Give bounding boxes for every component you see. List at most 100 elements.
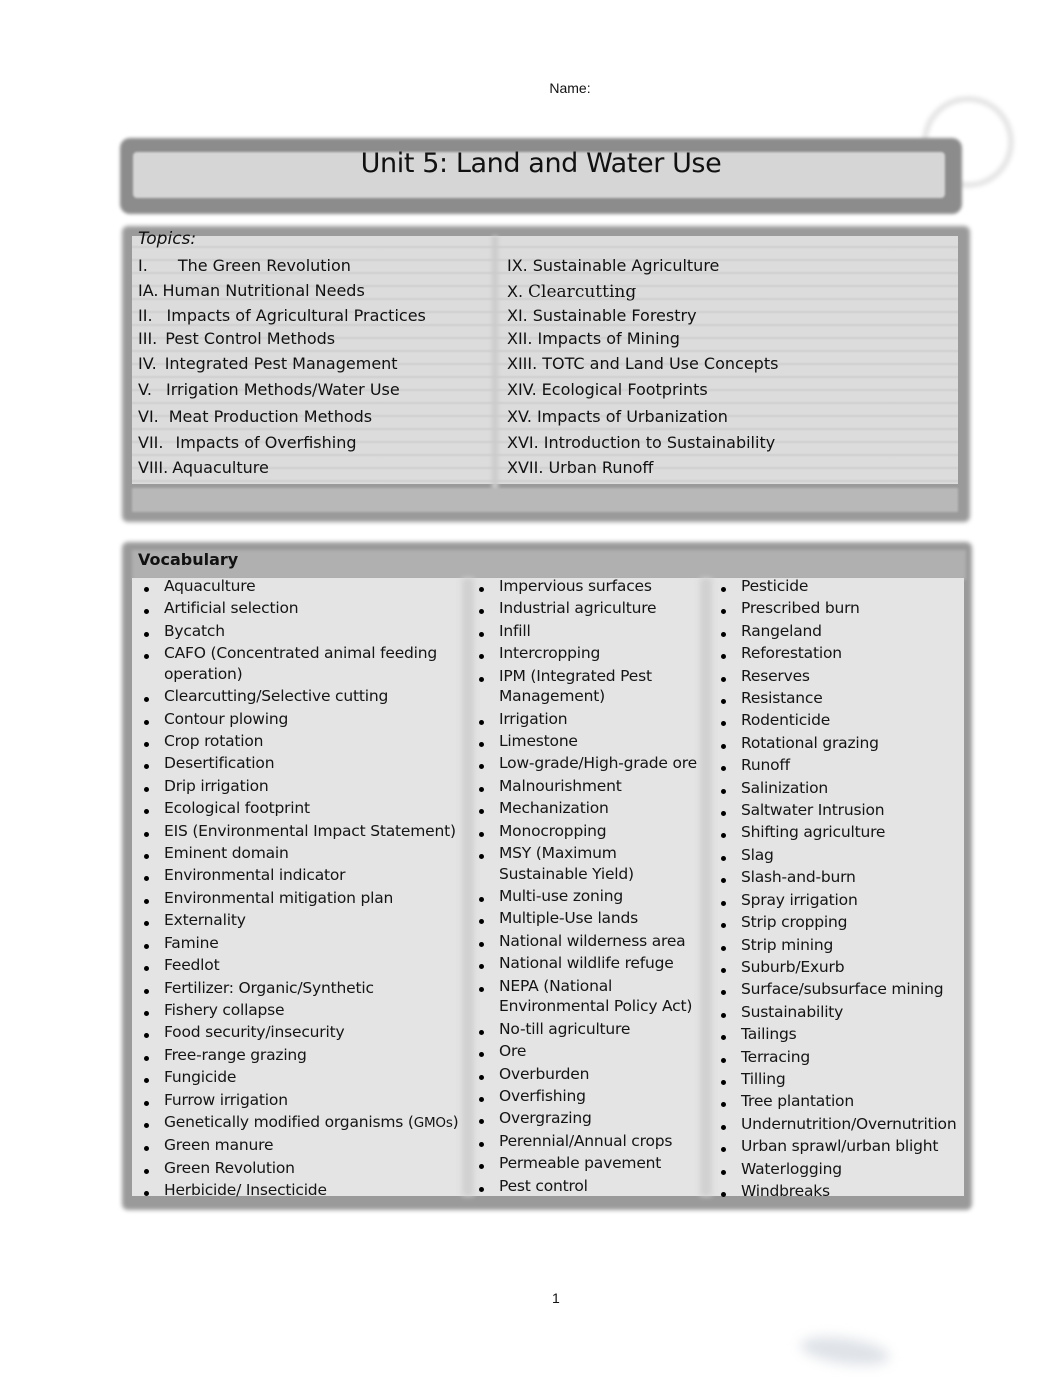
bullet-icon xyxy=(479,719,484,725)
bullet-icon xyxy=(144,831,149,837)
vocabulary-term: Pest control xyxy=(473,1175,697,1197)
topic-number: VII. xyxy=(138,433,164,452)
vocabulary-term: Overgrazing xyxy=(473,1107,697,1129)
bullet-icon xyxy=(144,609,149,615)
topics-box-footer-bar xyxy=(132,488,958,512)
topic-number: IA. xyxy=(138,281,159,300)
vocabulary-term: Herbicide/ Insecticide xyxy=(138,1179,459,1201)
vocabulary-column-3: Pesticide Prescribed burn Rangeland Refores… xyxy=(715,575,957,1202)
bullet-icon xyxy=(144,809,149,815)
vocabulary-term: Tilling xyxy=(715,1068,956,1090)
bullet-icon xyxy=(479,919,484,925)
bullet-icon xyxy=(721,1057,726,1063)
topic-item: XII. Impacts of Mining xyxy=(507,329,680,349)
bullet-icon xyxy=(144,1146,149,1152)
bullet-icon xyxy=(721,1079,726,1085)
bullet-icon xyxy=(721,1124,726,1130)
bullet-icon xyxy=(479,631,484,637)
bullet-icon xyxy=(479,986,484,992)
vocabulary-term: Impervious surfaces xyxy=(473,575,697,597)
bullet-icon xyxy=(144,876,149,882)
bullet-icon xyxy=(144,988,149,994)
topic-item: XI. Sustainable Forestry xyxy=(507,306,697,326)
topic-label: Ecological Footprints xyxy=(541,380,708,399)
bullet-icon xyxy=(479,1096,484,1102)
vocabulary-term: Industrial agriculture xyxy=(473,597,697,619)
topic-number: VIII. xyxy=(138,458,169,477)
vocabulary-term: Perennial/Annual crops xyxy=(473,1130,697,1152)
vocabulary-term: Fertilizer: Organic/Synthetic xyxy=(138,977,459,999)
topic-number: IX. xyxy=(507,256,528,275)
topic-item: XIV. Ecological Footprints xyxy=(507,380,708,400)
scan-smudge xyxy=(798,1331,892,1371)
vocabulary-term: MSY (Maximum Sustainable Yield) xyxy=(473,842,697,885)
bullet-icon xyxy=(144,786,149,792)
vocabulary-term: Drip irrigation xyxy=(138,775,459,797)
bullet-icon xyxy=(479,1119,484,1125)
vocabulary-term: Rotational grazing xyxy=(715,732,956,754)
topic-label: Irrigation Methods/Water Use xyxy=(165,380,400,399)
vocabulary-term: Fungicide xyxy=(138,1066,459,1088)
vocabulary-term: Prescribed burn xyxy=(715,597,956,619)
topic-item: IX. Sustainable Agriculture xyxy=(507,256,719,276)
bullet-icon xyxy=(721,631,726,637)
bullet-icon xyxy=(721,699,726,705)
bullet-icon xyxy=(721,878,726,884)
topic-number: XI. xyxy=(507,306,528,325)
topic-item: XVI. Introduction to Sustainability xyxy=(507,433,775,453)
vocabulary-term: Tailings xyxy=(715,1023,956,1045)
topic-label: TOTC and Land Use Concepts xyxy=(542,354,779,373)
vocabulary-term: Environmental mitigation plan xyxy=(138,887,459,909)
topic-label: Integrated Pest Management xyxy=(164,354,398,373)
vocabulary-term: Intercropping xyxy=(473,642,697,664)
bullet-icon xyxy=(144,1122,149,1128)
topic-number: VI. xyxy=(138,407,159,426)
topic-label: Urban Runoff xyxy=(548,458,654,477)
topic-label: Introduction to Sustainability xyxy=(543,433,776,452)
vocabulary-term: Strip mining xyxy=(715,934,956,956)
vocabulary-term: Free-range grazing xyxy=(138,1044,459,1066)
bullet-icon xyxy=(721,654,726,660)
vocabulary-column-1: Aquaculture Artificial selection Bycatch CA… xyxy=(138,575,459,1202)
topic-number: V. xyxy=(138,380,152,399)
vocabulary-term: Slash-and-burn xyxy=(715,866,956,888)
vocabulary-term: Waterlogging xyxy=(715,1158,956,1180)
bullet-icon xyxy=(721,1035,726,1041)
topic-number: XVI. xyxy=(507,433,539,452)
vocabulary-term: Rangeland xyxy=(715,620,956,642)
vocabulary-term: Artificial selection xyxy=(138,597,459,619)
vocabulary-term: IPM (Integrated Pest Management) xyxy=(473,665,697,708)
vocabulary-term: Shifting agriculture xyxy=(715,821,956,843)
topic-number: XII. xyxy=(507,329,533,348)
vocabulary-term: Spray irrigation xyxy=(715,889,956,911)
bullet-icon xyxy=(479,609,484,615)
topic-label: Impacts of Mining xyxy=(537,329,680,348)
vocabulary-term: Desertification xyxy=(138,752,459,774)
vocabulary-term: Windbreaks xyxy=(715,1180,956,1202)
vocabulary-term: Ore xyxy=(473,1040,697,1062)
bullet-icon xyxy=(144,654,149,660)
vocabulary-term: Infill xyxy=(473,620,697,642)
vocabulary-column-2: Impervious surfaces Industrial agricultur… xyxy=(473,575,697,1197)
topic-number: XIII. xyxy=(507,354,538,373)
vocabulary-term: Low-grade/High-grade ore xyxy=(473,752,697,774)
vocabulary-term: Rodenticide xyxy=(715,709,956,731)
vocabulary-term: Tree plantation xyxy=(715,1090,956,1112)
bullet-icon xyxy=(721,766,726,772)
topic-label: Impacts of Urbanization xyxy=(536,407,728,426)
bullet-icon xyxy=(479,587,484,592)
vocabulary-term: Malnourishment xyxy=(473,775,697,797)
bullet-icon xyxy=(479,786,484,792)
bullet-icon xyxy=(479,854,484,860)
bullet-icon xyxy=(479,1052,484,1058)
bullet-icon xyxy=(479,742,484,748)
vocabulary-term: Genetically modified organisms (GMOs) xyxy=(138,1111,459,1134)
bullet-icon xyxy=(721,1191,726,1197)
bullet-icon xyxy=(144,898,149,904)
bullet-icon xyxy=(144,1078,149,1084)
bullet-icon xyxy=(721,1147,726,1153)
topic-item: I. The Green Revolution xyxy=(138,256,351,276)
vocabulary-term: Limestone xyxy=(473,730,697,752)
vocabulary-term: Famine xyxy=(138,932,459,954)
topic-label: Sustainable Forestry xyxy=(532,306,697,325)
